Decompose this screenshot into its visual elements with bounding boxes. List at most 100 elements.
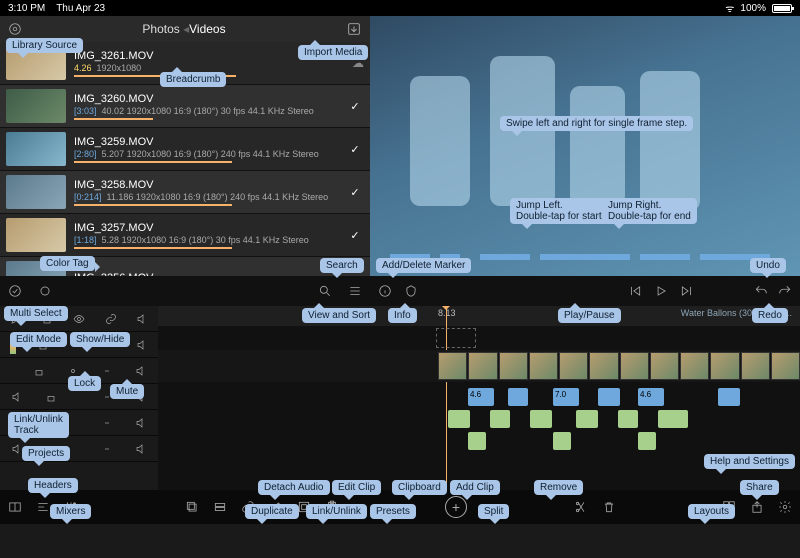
lock-icon[interactable]	[45, 391, 57, 403]
settings-icon[interactable]	[778, 500, 792, 514]
marker-icon[interactable]	[404, 284, 418, 298]
callout-redo: Redo	[752, 308, 788, 323]
callout-multi-select: Multi Select	[4, 306, 68, 321]
clip-row[interactable]: IMG_3258.MOV [0:214] 11.186 1920x1080 16…	[0, 171, 370, 214]
tab-photos[interactable]: Photos	[142, 22, 179, 36]
callout-add-clip: Add Clip	[450, 480, 500, 495]
callout-link-unlink: Link/Unlink	[306, 504, 367, 519]
audio-clip[interactable]	[618, 410, 638, 428]
audio-clip[interactable]	[576, 410, 598, 428]
clip-row[interactable]: IMG_3257.MOV [1:18] 5.28 1920x1080 16:9 …	[0, 214, 370, 257]
selection-marquee	[436, 328, 476, 348]
link-icon[interactable]	[105, 313, 117, 325]
mute-icon[interactable]	[11, 391, 23, 403]
audio-clip[interactable]	[448, 410, 470, 428]
clip-row[interactable]: IMG_3260.MOV [3:03] 40.02 1920x1080 16:9…	[0, 85, 370, 128]
undo-icon[interactable]	[754, 284, 768, 298]
callout-play-pause: Play/Pause	[558, 308, 621, 323]
callout-lock: Lock	[68, 376, 101, 391]
callout-projects: Projects	[22, 446, 70, 461]
link-icon[interactable]	[101, 365, 113, 377]
eye-icon[interactable]	[73, 313, 85, 325]
callout-import-media: Import Media	[298, 45, 368, 60]
audio-clip[interactable]	[490, 410, 510, 428]
callout-view-sort: View and Sort	[302, 308, 376, 323]
clip-thumbnail	[6, 175, 66, 209]
play-icon[interactable]	[654, 284, 668, 298]
timeline-ruler[interactable]: 8.13 Water Ballons (30 fps) 2:0...	[158, 306, 800, 326]
video-clip[interactable]	[771, 352, 800, 380]
video-clip[interactable]	[559, 352, 588, 380]
clip-row[interactable]: IMG_3259.MOV [2:80] 5.207 1920x1080 16:9…	[0, 128, 370, 171]
audio-clip[interactable]	[638, 432, 656, 450]
video-clip[interactable]	[620, 352, 649, 380]
video-clip[interactable]	[589, 352, 618, 380]
preview-hint: Swipe left and right for single frame st…	[500, 116, 693, 131]
video-clip[interactable]	[529, 352, 558, 380]
audio-clip[interactable]	[468, 432, 486, 450]
jump-right-icon[interactable]	[680, 284, 694, 298]
lock-icon[interactable]	[33, 365, 45, 377]
video-track[interactable]	[158, 350, 800, 382]
video-clip[interactable]	[438, 352, 467, 380]
callout-split: Split	[478, 504, 509, 519]
audio-clip[interactable]	[658, 410, 688, 428]
color-tag-icon[interactable]	[38, 284, 52, 298]
jump-left-icon[interactable]	[628, 284, 642, 298]
redo-icon[interactable]	[778, 284, 792, 298]
view-sort-icon[interactable]	[348, 284, 362, 298]
video-clip[interactable]	[680, 352, 709, 380]
callout-color-tag: Color Tag	[40, 256, 95, 271]
audio-clip[interactable]	[718, 388, 740, 406]
audio-clip[interactable]: 4.6	[638, 388, 664, 406]
tab-videos[interactable]: Videos	[189, 22, 225, 36]
video-clip[interactable]	[468, 352, 497, 380]
mute-icon[interactable]	[136, 313, 148, 325]
callout-show-hide: Show/Hide	[70, 332, 130, 347]
clip-thumbnail	[6, 89, 66, 123]
status-date: Thu Apr 23	[56, 3, 105, 14]
mute-icon[interactable]	[135, 365, 147, 377]
media-tabs[interactable]: Photos ◂Videos	[32, 22, 336, 36]
wifi-icon: ᯤ	[725, 1, 734, 15]
library-source-icon[interactable]	[8, 22, 22, 36]
video-clip[interactable]	[650, 352, 679, 380]
audio-clip[interactable]	[508, 388, 528, 406]
detach-audio-icon[interactable]	[213, 500, 227, 514]
video-clip[interactable]	[499, 352, 528, 380]
callout-detach-audio: Detach Audio	[258, 480, 330, 495]
mute-icon[interactable]	[135, 443, 147, 455]
callout-breadcrumb: Breadcrumb	[160, 72, 226, 87]
callout-library-source: Library Source	[6, 38, 83, 53]
callout-headers: Headers	[28, 478, 78, 493]
audio-clip[interactable]	[598, 388, 620, 406]
audio-clip[interactable]: 4.6	[468, 388, 494, 406]
info-icon[interactable]	[378, 284, 392, 298]
check-icon: ✓	[346, 229, 364, 242]
preview-viewer[interactable]	[370, 16, 800, 276]
eye-icon[interactable]	[67, 365, 79, 377]
projects-icon[interactable]	[8, 500, 22, 514]
audio-clip[interactable]	[530, 410, 552, 428]
remove-icon[interactable]	[602, 500, 616, 514]
clip-thumbnail	[6, 132, 66, 166]
multiselect-icon[interactable]	[8, 284, 22, 298]
link-icon[interactable]	[101, 417, 113, 429]
mute-icon[interactable]	[135, 417, 147, 429]
split-icon[interactable]	[574, 500, 588, 514]
duplicate-icon[interactable]	[185, 500, 199, 514]
mute-icon[interactable]	[136, 339, 148, 351]
check-icon: ✓	[346, 186, 364, 199]
battery-icon	[772, 4, 792, 13]
search-icon[interactable]	[318, 284, 332, 298]
callout-presets: Presets	[370, 504, 416, 519]
audio-clip[interactable]	[553, 432, 571, 450]
callout-link-unlink-track: Link/Unlink Track	[8, 412, 69, 438]
video-clip[interactable]	[741, 352, 770, 380]
import-icon[interactable]	[346, 21, 362, 37]
callout-mute: Mute	[110, 384, 144, 399]
video-clip[interactable]	[710, 352, 739, 380]
link-icon[interactable]	[101, 443, 113, 455]
audio-clip[interactable]: 7.0	[553, 388, 579, 406]
callout-jump-left: Jump Left. Double-tap for start	[510, 198, 608, 224]
